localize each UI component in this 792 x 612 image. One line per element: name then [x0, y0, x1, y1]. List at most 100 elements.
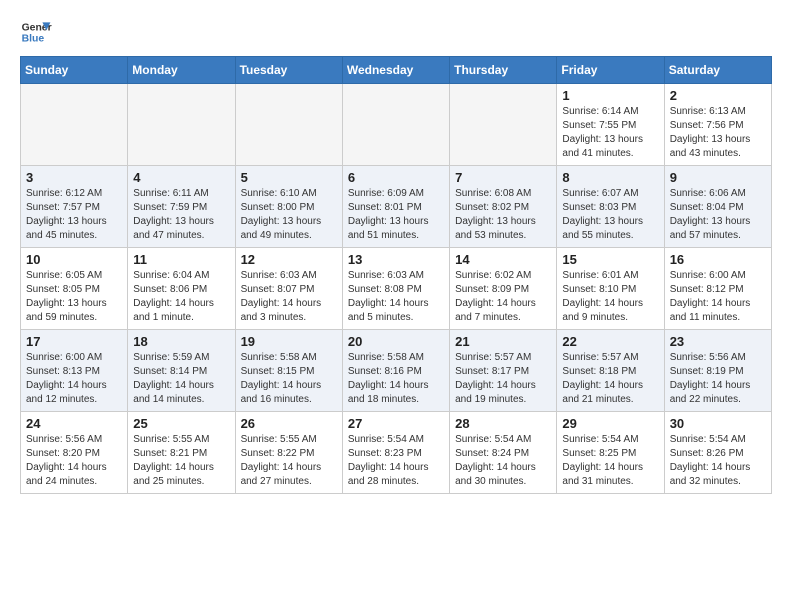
calendar-cell — [342, 84, 449, 166]
calendar-cell: 15 Sunrise: 6:01 AM Sunset: 8:10 PM Dayli… — [557, 248, 664, 330]
day-info: Sunrise: 6:05 AM Sunset: 8:05 PM Dayligh… — [26, 269, 122, 325]
weekday-header-wednesday: Wednesday — [342, 57, 449, 84]
day-number: 4 — [133, 170, 229, 185]
calendar-cell — [450, 84, 557, 166]
day-number: 23 — [670, 334, 766, 349]
calendar-cell: 8 Sunrise: 6:07 AM Sunset: 8:03 PM Daylig… — [557, 166, 664, 248]
calendar-cell: 4 Sunrise: 6:11 AM Sunset: 7:59 PM Daylig… — [128, 166, 235, 248]
day-number: 25 — [133, 416, 229, 431]
day-info: Sunrise: 5:58 AM Sunset: 8:16 PM Dayligh… — [348, 351, 444, 407]
header: General Blue — [20, 16, 772, 48]
calendar-cell: 23Sunrise: 5:56 AM Sunset: 8:19 PM Dayli… — [664, 330, 771, 412]
day-info: Sunrise: 6:00 AM Sunset: 8:12 PM Dayligh… — [670, 269, 766, 325]
weekday-header-friday: Friday — [557, 57, 664, 84]
day-info: Sunrise: 6:09 AM Sunset: 8:01 PM Dayligh… — [348, 187, 444, 243]
calendar-cell: 2Sunrise: 6:13 AM Sunset: 7:56 PM Daylig… — [664, 84, 771, 166]
calendar-cell: 1 Sunrise: 6:14 AM Sunset: 7:55 PM Daylig… — [557, 84, 664, 166]
calendar-cell: 20 Sunrise: 5:58 AM Sunset: 8:16 PM Dayli… — [342, 330, 449, 412]
day-number: 26 — [241, 416, 337, 431]
calendar-cell: 3Sunrise: 6:12 AM Sunset: 7:57 PM Daylig… — [21, 166, 128, 248]
day-number: 18 — [133, 334, 229, 349]
day-number: 14 — [455, 252, 551, 267]
day-number: 5 — [241, 170, 337, 185]
day-info: Sunrise: 5:59 AM Sunset: 8:14 PM Dayligh… — [133, 351, 229, 407]
day-number: 24 — [26, 416, 122, 431]
calendar-cell: 16 Sunrise: 6:00 AM Sunset: 8:12 PM Dayli… — [664, 248, 771, 330]
calendar-cell: 10 Sunrise: 6:05 AM Sunset: 8:05 PM Dayli… — [21, 248, 128, 330]
calendar-cell: 14 Sunrise: 6:02 AM Sunset: 8:09 PM Dayli… — [450, 248, 557, 330]
weekday-header-row: SundayMondayTuesdayWednesdayThursdayFrid… — [21, 57, 772, 84]
day-info: Sunrise: 6:02 AM Sunset: 8:09 PM Dayligh… — [455, 269, 551, 325]
logo: General Blue — [20, 16, 54, 48]
calendar-cell: 18 Sunrise: 5:59 AM Sunset: 8:14 PM Dayli… — [128, 330, 235, 412]
logo-icon: General Blue — [20, 16, 52, 48]
day-info: Sunrise: 6:07 AM Sunset: 8:03 PM Dayligh… — [562, 187, 658, 243]
day-info: Sunrise: 6:01 AM Sunset: 8:10 PM Dayligh… — [562, 269, 658, 325]
calendar-cell: 27 Sunrise: 5:54 AM Sunset: 8:23 PM Dayli… — [342, 412, 449, 494]
day-info: Sunrise: 5:54 AM Sunset: 8:24 PM Dayligh… — [455, 433, 551, 489]
day-info: Sunrise: 6:13 AM Sunset: 7:56 PM Dayligh… — [670, 105, 766, 161]
calendar-cell: 19 Sunrise: 5:58 AM Sunset: 8:15 PM Dayli… — [235, 330, 342, 412]
day-number: 22 — [562, 334, 658, 349]
day-number: 30 — [670, 416, 766, 431]
calendar-cell: 5 Sunrise: 6:10 AM Sunset: 8:00 PM Daylig… — [235, 166, 342, 248]
calendar-cell — [21, 84, 128, 166]
calendar-cell: 7 Sunrise: 6:08 AM Sunset: 8:02 PM Daylig… — [450, 166, 557, 248]
calendar-cell: 21Sunrise: 5:57 AM Sunset: 8:17 PM Dayli… — [450, 330, 557, 412]
day-number: 21 — [455, 334, 551, 349]
day-info: Sunrise: 6:03 AM Sunset: 8:08 PM Dayligh… — [348, 269, 444, 325]
calendar-cell: 17Sunrise: 6:00 AM Sunset: 8:13 PM Dayli… — [21, 330, 128, 412]
calendar-week-2: 3Sunrise: 6:12 AM Sunset: 7:57 PM Daylig… — [21, 166, 772, 248]
calendar-cell: 29Sunrise: 5:54 AM Sunset: 8:25 PM Dayli… — [557, 412, 664, 494]
day-info: Sunrise: 5:55 AM Sunset: 8:22 PM Dayligh… — [241, 433, 337, 489]
calendar-cell: 30 Sunrise: 5:54 AM Sunset: 8:26 PM Dayli… — [664, 412, 771, 494]
calendar-week-3: 10 Sunrise: 6:05 AM Sunset: 8:05 PM Dayli… — [21, 248, 772, 330]
day-info: Sunrise: 6:14 AM Sunset: 7:55 PM Dayligh… — [562, 105, 658, 161]
day-info: Sunrise: 6:11 AM Sunset: 7:59 PM Dayligh… — [133, 187, 229, 243]
page: General Blue SundayMondayTuesdayWednesda… — [0, 0, 792, 510]
day-number: 6 — [348, 170, 444, 185]
calendar-cell: 13 Sunrise: 6:03 AM Sunset: 8:08 PM Dayli… — [342, 248, 449, 330]
day-info: Sunrise: 5:54 AM Sunset: 8:23 PM Dayligh… — [348, 433, 444, 489]
day-info: Sunrise: 6:10 AM Sunset: 8:00 PM Dayligh… — [241, 187, 337, 243]
day-number: 20 — [348, 334, 444, 349]
weekday-header-thursday: Thursday — [450, 57, 557, 84]
calendar-cell: 25Sunrise: 5:55 AM Sunset: 8:21 PM Dayli… — [128, 412, 235, 494]
day-info: Sunrise: 5:54 AM Sunset: 8:26 PM Dayligh… — [670, 433, 766, 489]
day-number: 27 — [348, 416, 444, 431]
day-number: 15 — [562, 252, 658, 267]
day-number: 13 — [348, 252, 444, 267]
calendar: SundayMondayTuesdayWednesdayThursdayFrid… — [20, 56, 772, 494]
day-info: Sunrise: 5:58 AM Sunset: 8:15 PM Dayligh… — [241, 351, 337, 407]
day-info: Sunrise: 6:04 AM Sunset: 8:06 PM Dayligh… — [133, 269, 229, 325]
calendar-week-1: 1 Sunrise: 6:14 AM Sunset: 7:55 PM Daylig… — [21, 84, 772, 166]
calendar-cell: 12Sunrise: 6:03 AM Sunset: 8:07 PM Dayli… — [235, 248, 342, 330]
day-number: 7 — [455, 170, 551, 185]
day-number: 10 — [26, 252, 122, 267]
day-number: 9 — [670, 170, 766, 185]
day-info: Sunrise: 6:12 AM Sunset: 7:57 PM Dayligh… — [26, 187, 122, 243]
day-info: Sunrise: 5:56 AM Sunset: 8:20 PM Dayligh… — [26, 433, 122, 489]
calendar-week-4: 17Sunrise: 6:00 AM Sunset: 8:13 PM Dayli… — [21, 330, 772, 412]
day-number: 19 — [241, 334, 337, 349]
calendar-cell: 9Sunrise: 6:06 AM Sunset: 8:04 PM Daylig… — [664, 166, 771, 248]
calendar-cell: 28Sunrise: 5:54 AM Sunset: 8:24 PM Dayli… — [450, 412, 557, 494]
day-number: 8 — [562, 170, 658, 185]
calendar-cell — [235, 84, 342, 166]
svg-text:Blue: Blue — [22, 34, 45, 45]
day-info: Sunrise: 5:54 AM Sunset: 8:25 PM Dayligh… — [562, 433, 658, 489]
weekday-header-tuesday: Tuesday — [235, 57, 342, 84]
calendar-body: 1 Sunrise: 6:14 AM Sunset: 7:55 PM Daylig… — [21, 84, 772, 494]
day-number: 1 — [562, 88, 658, 103]
day-number: 12 — [241, 252, 337, 267]
day-info: Sunrise: 6:08 AM Sunset: 8:02 PM Dayligh… — [455, 187, 551, 243]
calendar-cell: 11Sunrise: 6:04 AM Sunset: 8:06 PM Dayli… — [128, 248, 235, 330]
calendar-week-5: 24 Sunrise: 5:56 AM Sunset: 8:20 PM Dayli… — [21, 412, 772, 494]
calendar-cell — [128, 84, 235, 166]
calendar-cell: 24 Sunrise: 5:56 AM Sunset: 8:20 PM Dayli… — [21, 412, 128, 494]
weekday-header-sunday: Sunday — [21, 57, 128, 84]
day-number: 16 — [670, 252, 766, 267]
weekday-header-saturday: Saturday — [664, 57, 771, 84]
calendar-cell: 6 Sunrise: 6:09 AM Sunset: 8:01 PM Daylig… — [342, 166, 449, 248]
day-number: 17 — [26, 334, 122, 349]
